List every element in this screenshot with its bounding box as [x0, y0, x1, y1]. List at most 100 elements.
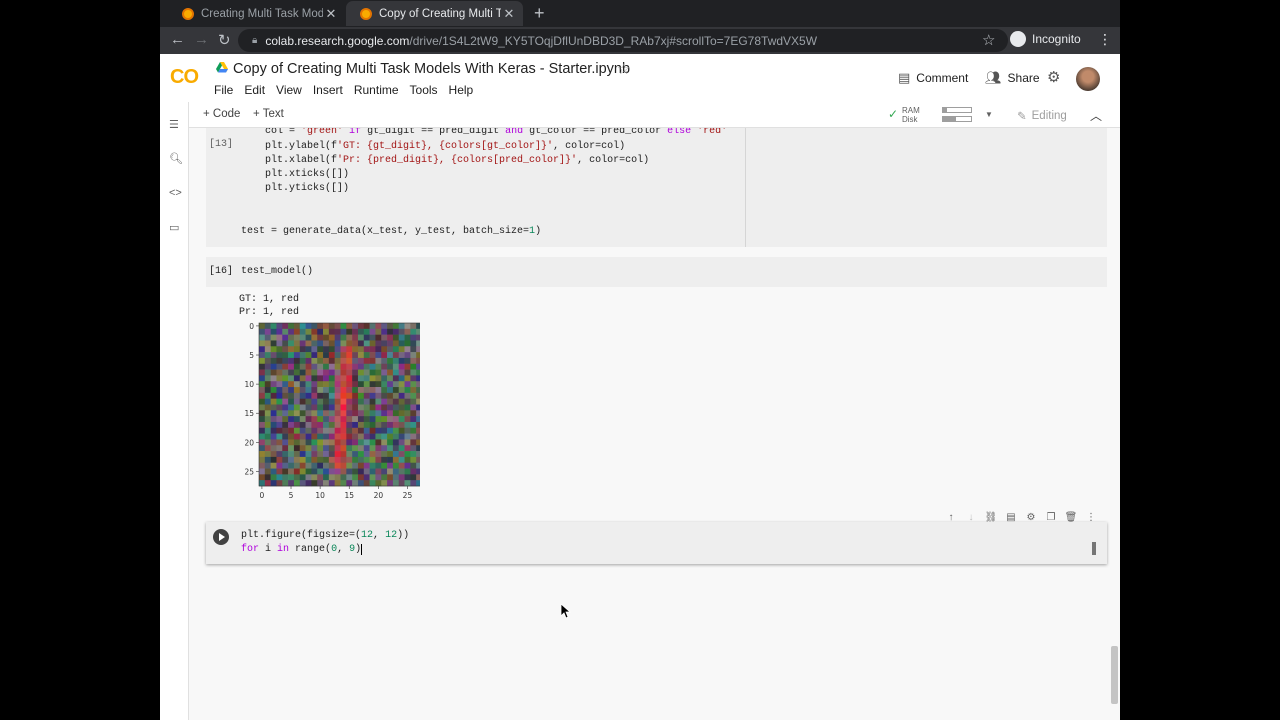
tab-creating-multi-task[interactable]: Creating Multi Task Models ✕	[168, 1, 345, 26]
new-tab-button[interactable]: +	[534, 3, 545, 24]
heatmap-pixel	[259, 410, 266, 417]
heatmap-pixel	[375, 445, 382, 452]
heatmap-pixel	[387, 410, 394, 417]
x-tick-label: 0	[260, 491, 265, 500]
folder-icon[interactable]: ▭	[169, 221, 179, 234]
editing-mode-button[interactable]: ✎ Editing	[1017, 109, 1067, 123]
add-code-button[interactable]: + Code	[203, 108, 240, 120]
menu-insert[interactable]: Insert	[313, 83, 343, 97]
colab-logo[interactable]: CO	[170, 66, 199, 89]
heatmap-pixel	[282, 369, 289, 376]
code-line[interactable]: for i in range(0, 9)	[241, 544, 363, 555]
heatmap-pixel	[352, 369, 359, 376]
heatmap-pixel	[311, 381, 318, 388]
heatmap-pixel	[340, 369, 347, 376]
tab-title: Copy of Creating Multi Task	[379, 7, 501, 20]
heatmap-pixel	[363, 456, 370, 464]
heatmap-pixel	[357, 357, 365, 365]
heatmap-pixel	[264, 398, 271, 405]
run-cell-button[interactable]	[213, 529, 229, 545]
heatmap-pixel	[293, 468, 301, 475]
forward-icon[interactable]: →	[194, 31, 209, 48]
cell-scrollbar[interactable]	[1092, 542, 1096, 555]
code-line[interactable]: plt.figure(figsize=(12, 12))	[241, 530, 409, 541]
close-icon[interactable]: ✕	[501, 6, 517, 22]
heatmap-pixel	[357, 480, 365, 487]
heatmap-pixel	[398, 340, 405, 347]
resources-indicator[interactable]: ✓ RAM Disk	[888, 106, 972, 124]
heatmap-pixel	[375, 462, 382, 469]
people-icon: 👥︎	[985, 70, 1002, 85]
search-icon[interactable]: 🔍︎	[169, 152, 183, 165]
heatmap-pixel	[346, 340, 353, 347]
menu-file[interactable]: File	[214, 83, 233, 97]
heatmap-pixel	[375, 474, 382, 481]
heatmap-pixel	[416, 375, 420, 382]
heatmap-pixel	[369, 323, 376, 330]
back-icon[interactable]: ←	[170, 31, 185, 48]
heatmap-pixel	[299, 451, 306, 458]
avatar[interactable]	[1076, 67, 1100, 91]
gear-icon[interactable]: ⚙	[1047, 68, 1060, 86]
code-cell-active[interactable]: plt.figure(figsize=(12, 12)) for i in ra…	[206, 522, 1107, 564]
comment-button[interactable]: ▤ Comment	[898, 70, 968, 86]
heatmap-pixel	[323, 352, 330, 359]
tab-copy-of-creating[interactable]: Copy of Creating Multi Task ✕	[346, 1, 523, 26]
heatmap-pixel	[381, 416, 388, 423]
browser-menu-icon[interactable]: ⋮	[1098, 31, 1112, 48]
close-icon[interactable]: ✕	[323, 6, 339, 22]
heatmap-pixel	[346, 352, 353, 359]
star-icon[interactable]: ☆	[617, 60, 630, 78]
heatmap-pixel	[282, 323, 289, 330]
heatmap-pixel	[293, 398, 301, 405]
heatmap-pixel	[398, 427, 405, 434]
code-snippets-icon[interactable]: <>	[169, 187, 182, 199]
heatmap-pixel	[392, 410, 400, 417]
heatmap-pixel	[305, 346, 312, 353]
menu-tools[interactable]: Tools	[410, 83, 438, 97]
menu-edit[interactable]: Edit	[244, 83, 265, 97]
drive-icon[interactable]	[216, 62, 228, 73]
chevron-down-icon[interactable]: ▼	[985, 110, 993, 119]
x-tick-label: 25	[403, 491, 413, 500]
heatmap-pixel	[264, 433, 271, 440]
share-label: Share	[1007, 71, 1040, 85]
address-bar[interactable]: 🔒︎ colab.research.google.com/drive/1S4L2…	[238, 29, 1008, 52]
menu-help[interactable]: Help	[449, 83, 474, 97]
heatmap-pixel	[392, 363, 400, 370]
heatmap-pixel	[346, 480, 353, 487]
heatmap-pixel	[387, 363, 394, 370]
notebook-title[interactable]: Copy of Creating Multi Task Models With …	[233, 61, 630, 77]
heatmap-pixel	[387, 352, 394, 359]
share-button[interactable]: 👥︎ Share	[985, 70, 1040, 86]
heatmap-pixel	[276, 456, 283, 464]
heatmap-pixel	[270, 445, 277, 452]
heatmap-pixel	[288, 421, 295, 429]
incognito-indicator[interactable]: Incognito	[1010, 31, 1081, 47]
url-path: /drive/1S4L2tW9_KY5TOqjDflUnDBD3D_RAb7xj…	[409, 33, 818, 48]
heatmap-pixel	[299, 323, 306, 330]
heatmap-pixel	[311, 334, 318, 341]
code-cell[interactable]: [16] test_model()	[206, 257, 1107, 287]
add-text-button[interactable]: + Text	[253, 108, 284, 120]
heatmap-pixel	[305, 433, 312, 440]
table-of-contents-icon[interactable]: ☰	[169, 118, 179, 131]
heatmap-pixel	[352, 381, 359, 388]
heatmap-pixel	[259, 456, 266, 464]
menu-runtime[interactable]: Runtime	[354, 83, 399, 97]
heatmap-pixel	[299, 328, 306, 335]
code-cell[interactable]: [13] col = 'green' if gt_digit == pred_d…	[206, 128, 1107, 247]
reload-icon[interactable]: ↻	[218, 31, 231, 49]
heatmap-pixel	[259, 416, 266, 423]
notebook-scrollbar[interactable]	[1111, 646, 1118, 704]
menu-view[interactable]: View	[276, 83, 302, 97]
heatmap-pixel	[334, 334, 341, 341]
heatmap-pixel	[334, 340, 341, 347]
bookmark-star-icon[interactable]: ☆	[982, 31, 995, 49]
heatmap-pixel	[357, 433, 365, 440]
chevron-up-icon[interactable]: ︿	[1090, 107, 1102, 124]
heatmap-pixel	[340, 480, 347, 487]
heatmap-pixel	[311, 357, 318, 365]
heatmap-pixel	[293, 369, 301, 376]
heatmap-pixel	[416, 369, 420, 376]
